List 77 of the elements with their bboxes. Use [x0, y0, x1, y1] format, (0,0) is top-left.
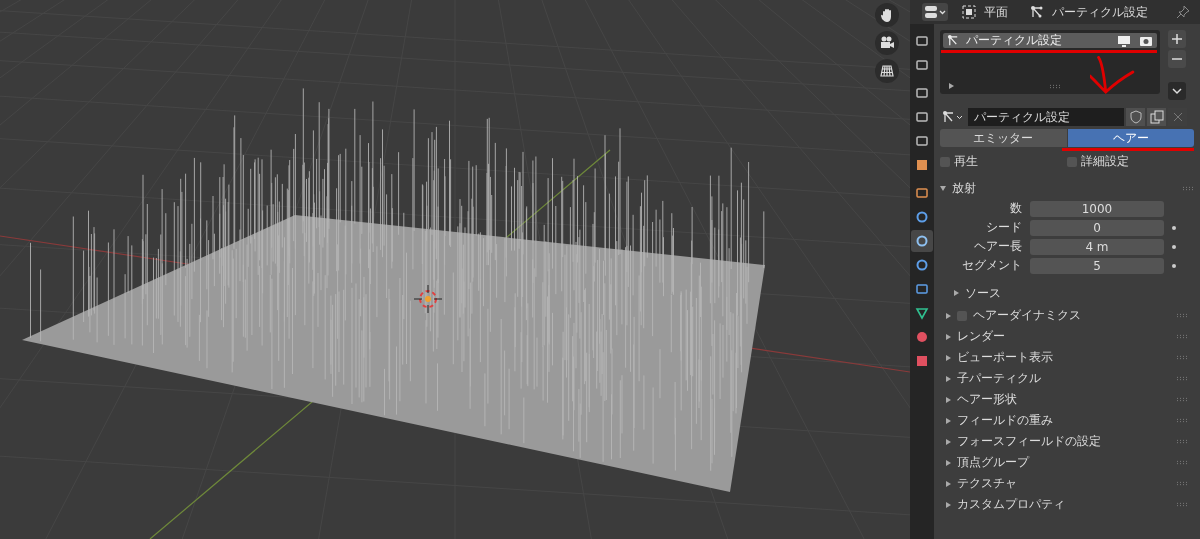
field-label: 数 [1009, 200, 1023, 217]
plus-icon [1172, 34, 1182, 44]
property-icon [915, 86, 929, 100]
property-icon [915, 210, 929, 224]
grid-icon[interactable] [875, 59, 899, 83]
property-icon [915, 330, 929, 344]
panel-title[interactable]: 放射 [952, 180, 976, 197]
panel-triangle-icon[interactable] [946, 333, 951, 340]
panel-title[interactable]: フィールドの重み [957, 412, 1053, 429]
checkbox-label: 再生 [954, 153, 978, 170]
field-label: セグメント [961, 257, 1023, 274]
checkbox-label: 詳細設定 [1081, 153, 1129, 170]
duplicate-icon[interactable] [1147, 108, 1166, 126]
panel-title[interactable]: 頂点グループ [957, 454, 1029, 471]
property-icon [915, 110, 929, 124]
type-tab[interactable]: ヘアー [1067, 129, 1194, 147]
datablock-name-field[interactable]: パーティクル設定 [968, 108, 1124, 126]
number-field[interactable]: 0 [1030, 219, 1164, 236]
properties-tab[interactable] [911, 230, 933, 252]
camera-icon[interactable] [875, 31, 899, 55]
property-icon [915, 186, 929, 200]
property-icon [915, 34, 929, 48]
remove-slot-button[interactable] [1168, 50, 1186, 68]
panel-triangle-icon[interactable] [946, 480, 951, 487]
property-icon [915, 354, 929, 368]
property-icon [915, 234, 929, 248]
keyframe-dot-icon[interactable] [1172, 244, 1176, 249]
panel-title[interactable]: ヘアー形状 [957, 391, 1017, 408]
type-tab[interactable]: エミッター [940, 129, 1067, 147]
panel-triangle-icon[interactable] [946, 354, 951, 361]
monitor-icon[interactable] [1117, 34, 1131, 47]
keyframe-dot-icon[interactable] [1172, 263, 1176, 268]
panel-title[interactable]: レンダー [957, 328, 1005, 345]
property-icon [915, 134, 929, 148]
object-icon [962, 5, 976, 19]
panel-title[interactable]: 子パーティクル [957, 370, 1041, 387]
panel-title[interactable]: ビューポート表示 [957, 349, 1053, 366]
keyframe-dot-icon[interactable] [1172, 225, 1176, 230]
editor-type-icon[interactable] [922, 3, 948, 21]
panel-triangle-icon[interactable] [946, 396, 951, 403]
panel-triangle-icon[interactable] [940, 186, 946, 191]
camera-icon[interactable] [1139, 34, 1153, 47]
pan-hand-icon[interactable] [875, 3, 899, 27]
pin-icon[interactable] [1176, 5, 1190, 19]
property-icon [915, 306, 929, 320]
slot-menu-button[interactable] [1168, 82, 1186, 100]
panel-triangle-icon[interactable] [946, 417, 951, 424]
property-icon [915, 158, 929, 172]
particles-icon [1030, 5, 1044, 19]
panel-title[interactable]: カスタムプロパティ [957, 496, 1065, 513]
field-label: シード [985, 219, 1023, 236]
panel-triangle-icon[interactable] [946, 375, 951, 382]
number-field[interactable]: 5 [1030, 257, 1164, 274]
property-icon [915, 258, 929, 272]
panel-title[interactable]: ヘアーダイナミクス [973, 307, 1081, 324]
expand-triangle-icon[interactable] [949, 83, 954, 89]
context-name: パーティクル設定 [1052, 3, 1148, 21]
add-slot-button[interactable] [1168, 30, 1186, 48]
object-name: 平面 [984, 3, 1008, 21]
panel-triangle-icon[interactable] [946, 459, 951, 466]
fake-user-shield-icon[interactable] [1126, 108, 1145, 126]
particles-icon [947, 34, 960, 47]
panel-triangle-icon[interactable] [946, 501, 951, 508]
number-field[interactable]: 4 m [1030, 238, 1164, 255]
property-icon [915, 282, 929, 296]
subpanel-triangle-icon[interactable] [954, 290, 959, 296]
number-field[interactable]: 1000 [1030, 200, 1164, 217]
chevron-down-icon [1172, 86, 1182, 96]
origin-cursor-icon [413, 284, 443, 314]
panel-triangle-icon[interactable] [946, 438, 951, 445]
panel-title[interactable]: テクスチャ [957, 475, 1017, 492]
panel-triangle-icon[interactable] [946, 312, 951, 319]
subpanel-title[interactable]: ソース [965, 284, 1001, 302]
particle-slot[interactable]: パーティクル設定 [943, 33, 1157, 48]
panel-title[interactable]: フォースフィールドの設定 [957, 433, 1101, 450]
property-icon [915, 58, 929, 72]
field-label: ヘアー長 [973, 238, 1023, 255]
